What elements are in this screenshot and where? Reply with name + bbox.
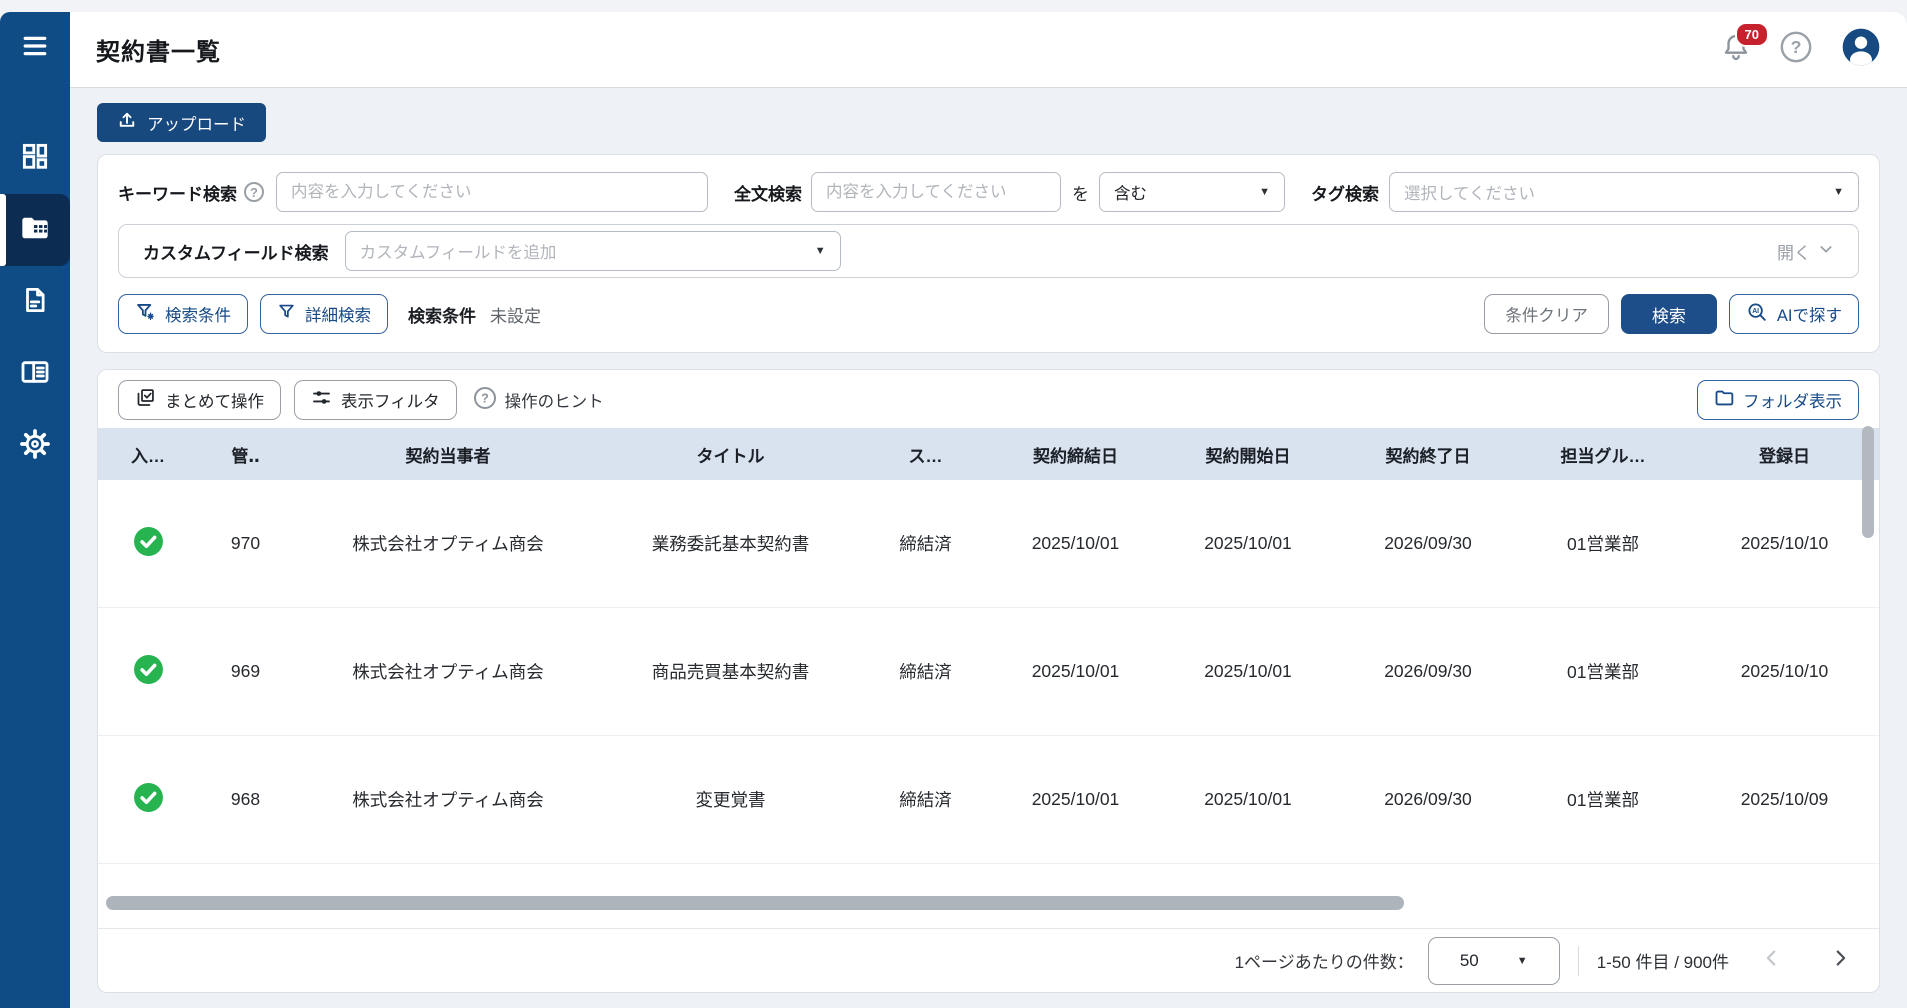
sidebar-item-dashboard[interactable]: [0, 122, 70, 194]
tag-search-select[interactable]: 選択してください ▼: [1389, 172, 1859, 212]
bulk-actions-button[interactable]: まとめて操作: [118, 380, 281, 420]
fulltext-search-input[interactable]: [811, 172, 1061, 212]
notification-count-badge: 70: [1735, 22, 1769, 47]
column-header: タイトル: [603, 442, 858, 467]
column-header: 登録日: [1688, 442, 1881, 467]
fulltext-search-label: 全文検索: [734, 180, 802, 205]
funnel-gear-icon: [135, 301, 156, 327]
folder-grid-icon: [19, 212, 51, 249]
table-row[interactable]: 970 株式会社オプティム商会 業務委託基本契約書 締結済 2025/10/01…: [98, 480, 1879, 608]
help-button[interactable]: ?: [1779, 30, 1813, 69]
horizontal-scrollbar-thumb[interactable]: [106, 896, 1404, 910]
contract-list-panel: まとめて操作 表示フィルタ: [97, 369, 1880, 993]
question-circle-icon: ?: [1779, 30, 1813, 69]
keyword-help-icon[interactable]: ?: [244, 182, 264, 202]
status-cell: [98, 526, 198, 562]
gear-icon: [20, 429, 50, 464]
upload-button[interactable]: アップロード: [97, 103, 266, 142]
sidebar-item-settings[interactable]: [0, 410, 70, 482]
caret-down-icon: ▼: [815, 245, 826, 257]
column-header: 契約終了日: [1338, 442, 1518, 467]
custom-field-search-box: カスタムフィールド検索 カスタムフィールドを追加 ▼ 開く: [118, 224, 1859, 278]
page-title: 契約書一覧: [96, 32, 221, 67]
funnel-icon: [277, 302, 296, 326]
sidebar-item-library[interactable]: [0, 338, 70, 410]
svg-text:AI: AI: [1752, 308, 1759, 315]
page-range: 1-50 件目 / 900件: [1597, 948, 1729, 973]
tag-search-label: タグ検索: [1311, 180, 1379, 205]
sidebar: [0, 12, 70, 1008]
vertical-scrollbar-thumb[interactable]: [1862, 426, 1874, 538]
sidebar-item-documents[interactable]: [0, 266, 70, 338]
column-header: 管‥: [198, 442, 293, 467]
display-filter-button[interactable]: 表示フィルタ: [294, 380, 457, 420]
check-circle-icon: [133, 526, 164, 562]
column-header: 契約締結日: [993, 442, 1158, 467]
status-cell: [98, 782, 198, 818]
chevron-left-icon: [1761, 947, 1783, 974]
document-icon: [20, 285, 50, 320]
hamburger-icon: [20, 33, 50, 64]
particle-label: を: [1072, 180, 1089, 205]
conditions-label: 検索条件: [408, 302, 476, 327]
match-type-select[interactable]: 含む ▼: [1099, 172, 1285, 212]
account-button[interactable]: [1841, 27, 1881, 72]
keyword-search-input[interactable]: [276, 172, 708, 212]
caret-down-icon: ▼: [1259, 186, 1270, 198]
search-conditions-button[interactable]: 検索条件: [118, 294, 248, 334]
svg-text:?: ?: [1791, 37, 1802, 57]
check-circle-icon: [133, 782, 164, 818]
pagination-bar: 1ページあたりの件数： 50 ▼ 1-50 件目 / 900件: [98, 928, 1879, 992]
svg-text:?: ?: [481, 391, 489, 405]
column-header: 入…: [98, 442, 198, 467]
sidebar-nav: [0, 122, 70, 482]
clear-conditions-button[interactable]: 条件クリア: [1484, 294, 1609, 334]
expand-toggle[interactable]: 開く: [1777, 239, 1834, 264]
top-bar: 契約書一覧 70 ?: [70, 12, 1907, 88]
divider: [1578, 946, 1579, 976]
sliders-icon: [311, 387, 332, 413]
caret-down-icon: ▼: [1517, 955, 1528, 967]
question-circle-icon: ?: [473, 386, 497, 415]
column-header: 契約開始日: [1158, 442, 1338, 467]
checkbox-stack-icon: [135, 387, 156, 413]
table-row[interactable]: 969 株式会社オプティム商会 商品売買基本契約書 締結済 2025/10/01…: [98, 608, 1879, 736]
notifications-button[interactable]: 70: [1721, 31, 1751, 68]
search-button[interactable]: 検索: [1621, 294, 1717, 334]
search-panel: キーワード検索 ? 全文検索 を 含む ▼ タグ検索 選択してください ▼ カス…: [97, 154, 1880, 353]
advanced-search-button[interactable]: 詳細検索: [260, 294, 388, 334]
status-cell: [98, 654, 198, 690]
table-row[interactable]: 968 株式会社オプティム商会 変更覚書 締結済 2025/10/01 2025…: [98, 736, 1879, 864]
ai-search-button[interactable]: AI AIで探す: [1729, 294, 1859, 334]
sidebar-item-menu[interactable]: [0, 30, 70, 66]
per-page-select[interactable]: 50 ▼: [1428, 937, 1560, 985]
ai-magnifier-icon: AI: [1746, 301, 1768, 328]
book-icon: [19, 356, 51, 393]
caret-down-icon: ▼: [1833, 186, 1844, 198]
keyword-search-label: キーワード検索: [118, 180, 237, 205]
folder-icon: [1714, 388, 1734, 413]
chevron-right-icon: [1829, 947, 1851, 974]
custom-field-select[interactable]: カスタムフィールドを追加 ▼: [345, 231, 841, 271]
conditions-value: 未設定: [490, 302, 541, 327]
sidebar-item-contracts[interactable]: [0, 194, 70, 266]
horizontal-scrollbar: [106, 896, 1871, 910]
chevron-down-icon: [1818, 241, 1834, 262]
column-header: ス…: [858, 442, 993, 467]
content-area: アップロード キーワード検索 ? 全文検索 を 含む ▼ タグ検索 選択してくだ…: [70, 88, 1907, 1008]
operation-hint-link[interactable]: ? 操作のヒント: [473, 386, 604, 415]
previous-page-button[interactable]: [1761, 947, 1783, 974]
custom-field-label: カスタムフィールド検索: [143, 239, 329, 264]
per-page-label: 1ページあたりの件数：: [1235, 948, 1414, 973]
check-circle-icon: [133, 654, 164, 690]
upload-icon: [117, 110, 137, 135]
table-header: 入… 管‥ 契約当事者 タイトル ス… 契約締結日 契約開始日 契約終了日 担当…: [98, 428, 1879, 480]
avatar: [1841, 27, 1881, 72]
column-header: 契約当事者: [293, 442, 603, 467]
bell-icon: [1721, 50, 1751, 67]
dashboard-icon: [20, 141, 50, 176]
column-header: 担当グル…: [1518, 442, 1688, 467]
folder-view-button[interactable]: フォルダ表示: [1697, 380, 1859, 420]
next-page-button[interactable]: [1829, 947, 1851, 974]
